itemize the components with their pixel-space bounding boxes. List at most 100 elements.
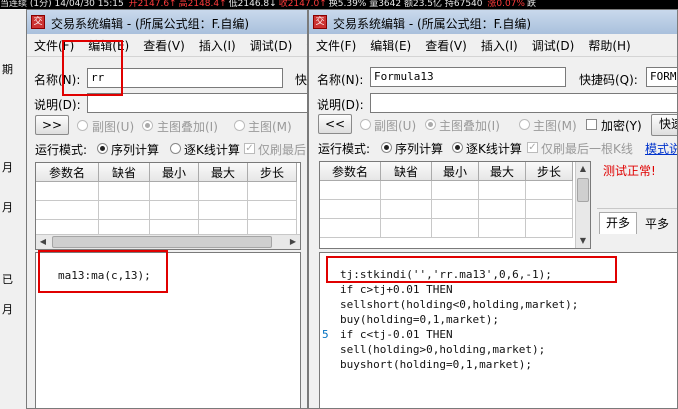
subchart-radio[interactable]	[77, 120, 88, 131]
refresh-last-checkbox[interactable]: ✓	[244, 143, 255, 154]
grid-header-step: 步长	[525, 162, 573, 181]
right-formula-editor-window: 交 交易系统编辑 - (所属公式组：F.自编) 文件(F) 编辑(E) 查看(V) 插…	[308, 9, 678, 409]
expand-button[interactable]: >>	[35, 115, 69, 135]
strip-label: 月	[2, 303, 13, 316]
ticker-change: 涨0.07%	[487, 0, 525, 9]
strip-label: 已	[2, 273, 13, 286]
subchart-label: 副图(U)	[92, 120, 135, 134]
parameter-grid[interactable]: 参数名 缺省 最小 最大 步长 ◀ ▶	[35, 162, 301, 250]
tab-close-long[interactable]: 平多	[639, 214, 675, 234]
description-label: 说明(D):	[317, 98, 364, 112]
sequence-calc-radio[interactable]	[97, 143, 108, 154]
grid-vertical-scrollbar[interactable]: ▲ ▼	[575, 162, 590, 248]
grid-header-max: 最大	[478, 162, 526, 181]
ticker-high: 高2148.4↑	[178, 0, 227, 9]
test-status-text: 测试正常!	[603, 164, 656, 178]
menu-view[interactable]: 查看(V)	[418, 34, 474, 54]
quick-button[interactable]: 快速	[651, 114, 677, 136]
sequence-calc-label: 序列计算	[111, 143, 160, 157]
grid-header-name: 参数名	[320, 162, 381, 181]
main-overlay-radio[interactable]	[142, 120, 153, 131]
menu-help[interactable]: 帮助(H)	[581, 34, 637, 54]
menu-insert[interactable]: 插入(I)	[474, 34, 525, 54]
main-overlay-label: 主图叠加(I)	[439, 119, 500, 133]
code-line[interactable]: if c>tj+0.01 THEN	[340, 283, 453, 296]
menu-debug[interactable]: 调试(D)	[525, 34, 582, 54]
strip-label: 月	[2, 161, 13, 174]
refresh-last-label: 仅刷最后一根K线	[541, 142, 633, 156]
menu-help[interactable]: 帮	[299, 34, 307, 54]
grid-header-default: 缺省	[98, 163, 150, 182]
grid-header-min: 最小	[149, 163, 199, 182]
sequence-calc-label: 序列计算	[395, 142, 444, 156]
per-bar-calc-radio[interactable]	[452, 142, 463, 153]
code-line[interactable]: sell(holding>0,holding,market);	[340, 343, 545, 356]
ticker-low: 低2146.8↓	[228, 0, 277, 9]
scroll-thumb[interactable]	[52, 236, 272, 248]
name-label: 名称(N):	[317, 73, 364, 87]
main-overlay-label: 主图叠加(I)	[157, 120, 218, 134]
ticker-stats: 换5.39% 量3642 额23.5亿 持67540	[328, 0, 486, 9]
per-bar-calc-radio[interactable]	[170, 143, 181, 154]
app-icon: 交	[31, 15, 45, 29]
scroll-right-icon[interactable]: ▶	[286, 235, 300, 249]
highlight-box-name	[62, 40, 123, 96]
tab-open-long[interactable]: 开多	[599, 212, 637, 234]
left-titlebar[interactable]: 交 交易系统编辑 - (所属公式组：F.自编)	[27, 10, 307, 35]
code-line[interactable]: buy(holding=0,1,market);	[340, 313, 499, 326]
app-icon: 交	[313, 15, 327, 29]
encrypt-label: 加密(Y)	[601, 119, 642, 133]
shortcut-label: 快	[295, 73, 308, 87]
highlight-box-left-code	[38, 250, 168, 293]
per-bar-calc-label: 逐K线计算	[466, 142, 522, 156]
scroll-left-icon[interactable]: ◀	[36, 235, 50, 249]
description-input[interactable]	[370, 93, 677, 113]
scroll-down-icon[interactable]: ▼	[576, 234, 590, 248]
code-line[interactable]: sellshort(holding<0,holding,market);	[340, 298, 578, 311]
highlight-box-right-code	[326, 256, 617, 283]
grid-header-step: 步长	[247, 163, 297, 182]
menu-insert[interactable]: 插入(I)	[192, 34, 243, 54]
window-title: 交易系统编辑 - (所属公式组：F.自编)	[51, 17, 250, 31]
encrypt-checkbox[interactable]	[586, 119, 597, 130]
shortcut-input[interactable]: FORMU	[646, 67, 677, 87]
code-line[interactable]: if c<tj-0.01 THEN	[340, 328, 453, 341]
main-chart-label: 主图(M)	[533, 119, 577, 133]
mode-help-link[interactable]: 模式说	[645, 140, 677, 157]
grid-header-min: 最小	[431, 162, 479, 181]
shortcut-label: 快捷码(Q):	[579, 73, 638, 87]
menu-debug[interactable]: 调试(D)	[243, 34, 300, 54]
menu-view[interactable]: 查看(V)	[136, 34, 192, 54]
subchart-label: 副图(U)	[374, 119, 417, 133]
window-title: 交易系统编辑 - (所属公式组：F.自编)	[333, 17, 532, 31]
main-chart-radio[interactable]	[519, 119, 530, 130]
sequence-calc-radio[interactable]	[381, 142, 392, 153]
menu-edit[interactable]: 编辑(E)	[363, 34, 418, 54]
grid-header-max: 最大	[198, 163, 248, 182]
ticker-open: 开2147.6↑	[128, 0, 177, 9]
right-titlebar[interactable]: 交 交易系统编辑 - (所属公式组：F.自编)	[309, 10, 677, 35]
subchart-radio[interactable]	[360, 119, 371, 130]
parameter-grid[interactable]: 参数名 缺省 最小 最大 步长 ▲ ▼	[319, 161, 591, 249]
run-mode-label: 运行模式:	[318, 142, 371, 156]
scroll-thumb[interactable]	[577, 178, 589, 202]
collapse-button[interactable]: <<	[318, 114, 352, 134]
signal-tabs: 开多 平多	[597, 208, 677, 237]
description-input[interactable]	[87, 93, 307, 113]
menu-file[interactable]: 文件(F)	[309, 34, 363, 54]
grid-header-name: 参数名	[36, 163, 99, 182]
run-mode-label: 运行模式:	[35, 143, 88, 157]
grid-horizontal-scrollbar[interactable]: ◀ ▶	[36, 234, 300, 249]
ticker-title: 当连续 (1分) 14/04/30 15:15	[0, 0, 127, 9]
ticker-close: 收2147.0↑	[278, 0, 327, 9]
name-input[interactable]: Formula13	[370, 67, 566, 87]
quote-ticker-bar: 当连续 (1分) 14/04/30 15:15 开2147.6↑ 高2148.4↑…	[0, 0, 678, 9]
main-chart-label: 主图(M)	[248, 120, 292, 134]
main-overlay-radio[interactable]	[425, 119, 436, 130]
scroll-up-icon[interactable]: ▲	[576, 162, 590, 176]
strip-label: 期	[2, 63, 13, 76]
main-chart-radio[interactable]	[234, 120, 245, 131]
refresh-last-checkbox[interactable]: ✓	[527, 142, 538, 153]
refresh-last-label: 仅刷最后	[258, 143, 307, 157]
code-line[interactable]: buyshort(holding=0,1,market);	[340, 358, 532, 371]
